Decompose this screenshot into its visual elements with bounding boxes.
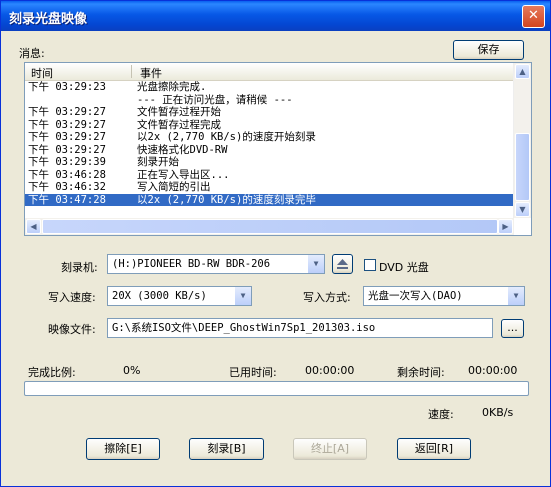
remaining-value: 00:00:00 <box>468 364 518 377</box>
write-speed-select[interactable]: 20X (3000 KB/s) ▼ <box>107 286 252 306</box>
log-row-event: 快速格式化DVD-RW <box>137 143 228 156</box>
horizontal-scrollbar[interactable]: ◀ ▶ <box>25 218 514 235</box>
log-row[interactable]: 下午 03:29:27 文件暂存过程开始 <box>25 106 514 119</box>
messages-label: 消息: <box>19 47 45 60</box>
speed-label: 速度: <box>428 408 454 421</box>
log-row[interactable]: --- 正在访问光盘，请稍候 --- <box>25 94 514 107</box>
log-row[interactable]: 下午 03:29:23 光盘擦除完成. <box>25 81 514 94</box>
window-title: 刻录光盘映像 <box>9 12 88 27</box>
chevron-down-icon[interactable]: ▼ <box>307 255 324 273</box>
log-row[interactable]: 下午 03:46:32 写入简短的引出 <box>25 181 514 194</box>
log-row-event: 光盘擦除完成. <box>137 81 207 93</box>
log-row-time: 下午 03:29:27 <box>28 106 106 118</box>
log-row-time: 下午 03:46:28 <box>28 168 106 181</box>
log-row[interactable]: 下午 03:47:28 以2x (2,770 KB/s)的速度刻录完毕 <box>25 193 514 206</box>
erase-button[interactable]: 擦除[E] <box>86 438 160 460</box>
log-row-time: 下午 03:47:28 <box>28 193 106 206</box>
log-row-time: 下午 03:29:27 <box>28 131 106 143</box>
burn-button[interactable]: 刻录[B] <box>189 438 264 460</box>
column-header-event[interactable]: 事件 <box>140 65 162 81</box>
log-row[interactable]: 下午 03:29:27 以2x (2,770 KB/s)的速度开始刻录 <box>25 131 514 144</box>
elapsed-value: 00:00:00 <box>305 364 355 377</box>
stop-button[interactable]: 终止[A] <box>293 438 367 460</box>
vertical-scroll-thumb[interactable] <box>515 133 530 201</box>
burner-value: (H:)PIONEER BD-RW BDR-206 <box>112 258 271 270</box>
log-row-event: 文件暂存过程开始 <box>137 106 221 118</box>
remaining-label: 剩余时间: <box>397 366 445 379</box>
log-row-time: 下午 03:29:27 <box>28 143 106 156</box>
eject-button[interactable] <box>332 254 353 274</box>
dvd-disc-checkbox[interactable] <box>364 259 376 271</box>
scroll-up-icon[interactable]: ▲ <box>515 64 530 79</box>
save-button[interactable]: 保存 <box>453 40 524 60</box>
back-button[interactable]: 返回[R] <box>397 438 471 460</box>
close-icon: ✕ <box>528 8 539 23</box>
chevron-down-icon[interactable]: ▼ <box>507 287 524 305</box>
progress-bar <box>24 381 529 396</box>
column-header-time[interactable]: 时间 <box>31 65 53 81</box>
burner-select[interactable]: (H:)PIONEER BD-RW BDR-206 ▼ <box>107 254 325 274</box>
burner-label: 刻录机: <box>61 261 98 274</box>
eject-icon <box>337 259 348 269</box>
log-row-event: 文件暂存过程完成 <box>137 118 221 131</box>
log-row-event: 写入简短的引出 <box>137 181 211 193</box>
dvd-disc-label: DVD 光盘 <box>379 261 429 274</box>
scroll-left-icon[interactable]: ◀ <box>26 219 41 234</box>
message-log[interactable]: 时间 事件 下午 03:29:23 光盘擦除完成. --- 正在访问光盘，请稍候 -… <box>24 62 532 236</box>
write-speed-label: 写入速度: <box>48 291 96 304</box>
write-mode-label: 写入方式: <box>303 291 351 304</box>
log-row-time: 下午 03:29:23 <box>28 81 106 93</box>
scroll-down-icon[interactable]: ▼ <box>515 202 530 217</box>
speed-value: 0KB/s <box>482 406 514 419</box>
log-row-event: --- 正在访问光盘，请稍候 --- <box>137 93 293 106</box>
browse-button[interactable]: ... <box>501 319 524 338</box>
write-mode-value: 光盘一次写入(DAO) <box>368 290 463 302</box>
log-row-event: 以2x (2,770 KB/s)的速度开始刻录 <box>137 131 316 143</box>
image-file-label: 映像文件: <box>48 323 96 336</box>
log-row[interactable]: 下午 03:29:27 文件暂存过程完成 <box>25 119 514 132</box>
log-row-time: 下午 03:29:39 <box>28 156 106 168</box>
chevron-down-icon[interactable]: ▼ <box>234 287 251 305</box>
image-file-field[interactable]: G:\系统ISO文件\DEEP_GhostWin7Sp1_201303.iso <box>107 318 493 338</box>
complete-value: 0% <box>123 364 141 377</box>
log-row-time: 下午 03:46:32 <box>28 181 106 193</box>
log-row[interactable]: 下午 03:46:28 正在写入导出区... <box>25 169 514 182</box>
log-row-event: 刻录开始 <box>137 156 179 168</box>
log-row-time: 下午 03:29:27 <box>28 118 106 131</box>
title-bar[interactable]: 刻录光盘映像 ✕ <box>1 1 550 31</box>
burn-image-window: 刻录光盘映像 ✕ 消息: 保存 时间 事件 下午 03:29:23 光盘擦除完成.… <box>0 0 551 487</box>
log-rows: 下午 03:29:23 光盘擦除完成. --- 正在访问光盘，请稍候 --- 下午 0… <box>25 81 514 218</box>
log-row[interactable]: 下午 03:29:27 快速格式化DVD-RW <box>25 144 514 157</box>
image-file-path: G:\系统ISO文件\DEEP_GhostWin7Sp1_201303.iso <box>112 322 376 334</box>
scroll-right-icon[interactable]: ▶ <box>498 219 513 234</box>
log-row-event: 以2x (2,770 KB/s)的速度刻录完毕 <box>137 193 316 206</box>
vertical-scrollbar[interactable]: ▲ ▼ <box>513 63 531 218</box>
log-row-event: 正在写入导出区... <box>137 168 230 181</box>
write-speed-value: 20X (3000 KB/s) <box>112 290 207 302</box>
complete-label: 完成比例: <box>28 366 76 379</box>
log-header: 时间 事件 <box>25 63 514 81</box>
close-button[interactable]: ✕ <box>522 5 545 28</box>
column-divider <box>131 65 132 78</box>
elapsed-label: 已用时间: <box>229 366 277 379</box>
write-mode-select[interactable]: 光盘一次写入(DAO) ▼ <box>363 286 525 306</box>
log-row[interactable]: 下午 03:29:39 刻录开始 <box>25 156 514 169</box>
horizontal-scroll-thumb[interactable] <box>42 219 498 234</box>
